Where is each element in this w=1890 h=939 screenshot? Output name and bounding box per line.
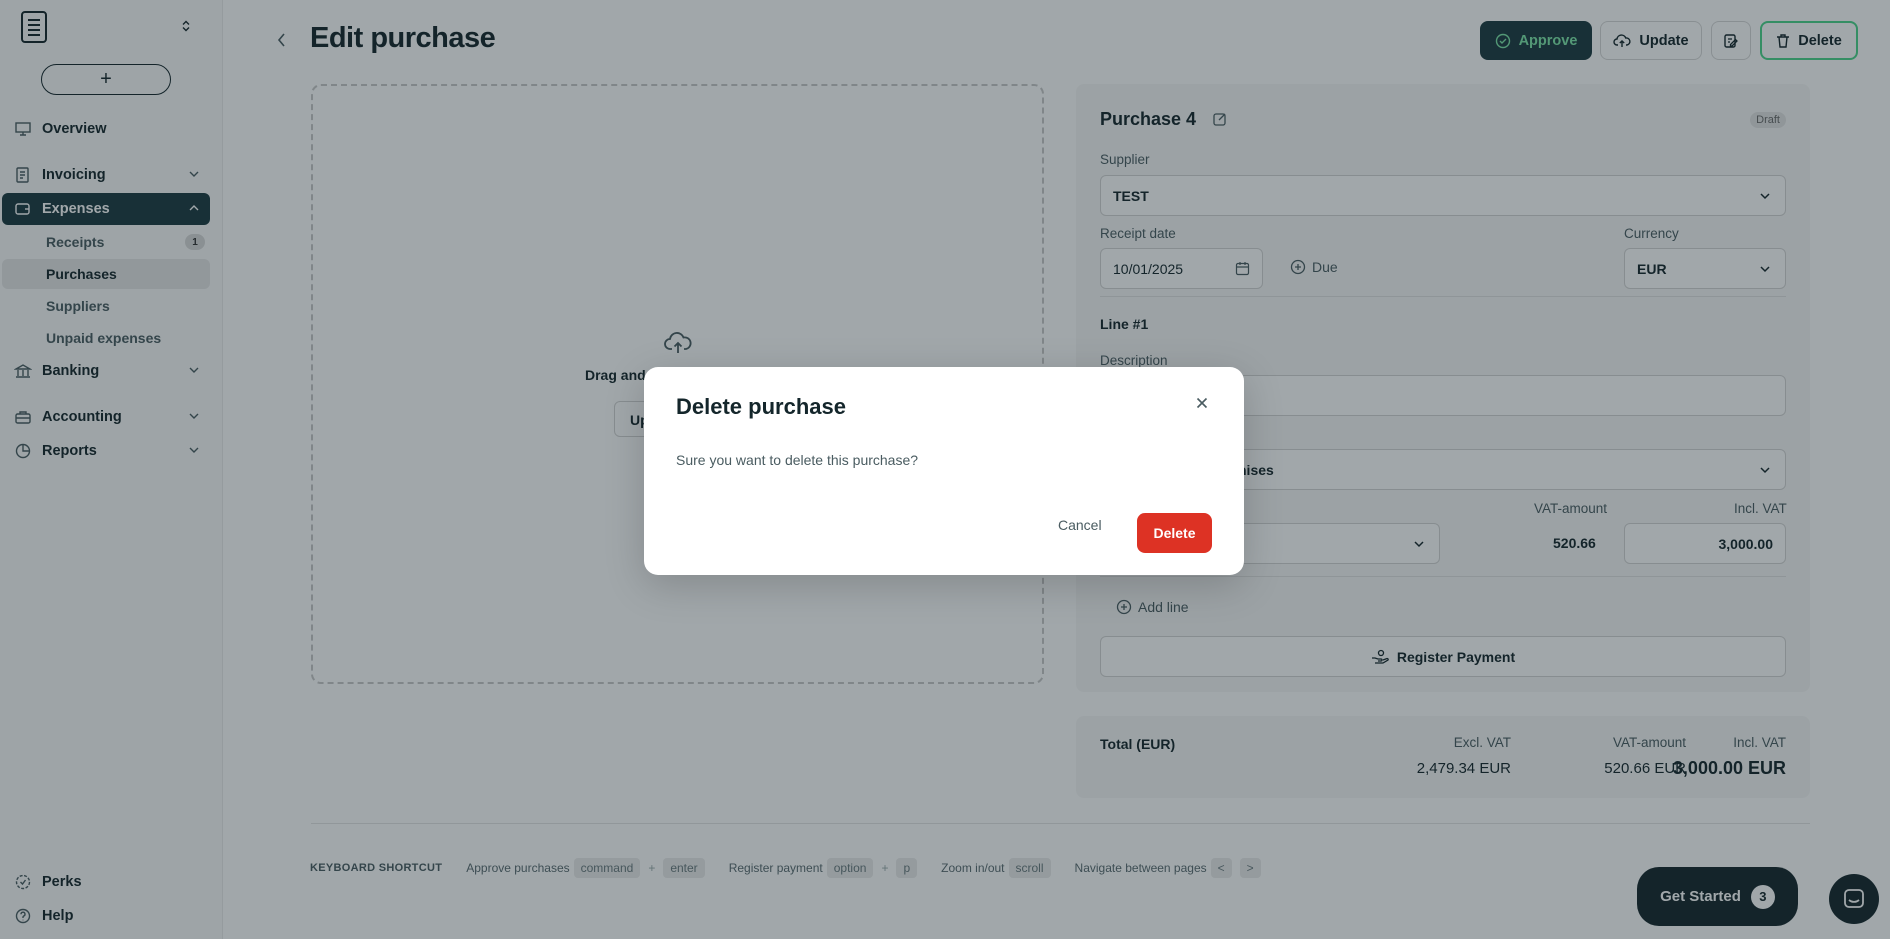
confirm-delete-button[interactable]: Delete [1137,513,1212,553]
cancel-button[interactable]: Cancel [1058,517,1102,533]
dialog-message: Sure you want to delete this purchase? [676,452,919,468]
close-icon[interactable] [1196,397,1208,409]
delete-purchase-dialog: Delete purchase Sure you want to delete … [644,367,1244,575]
dialog-title: Delete purchase [676,394,846,419]
